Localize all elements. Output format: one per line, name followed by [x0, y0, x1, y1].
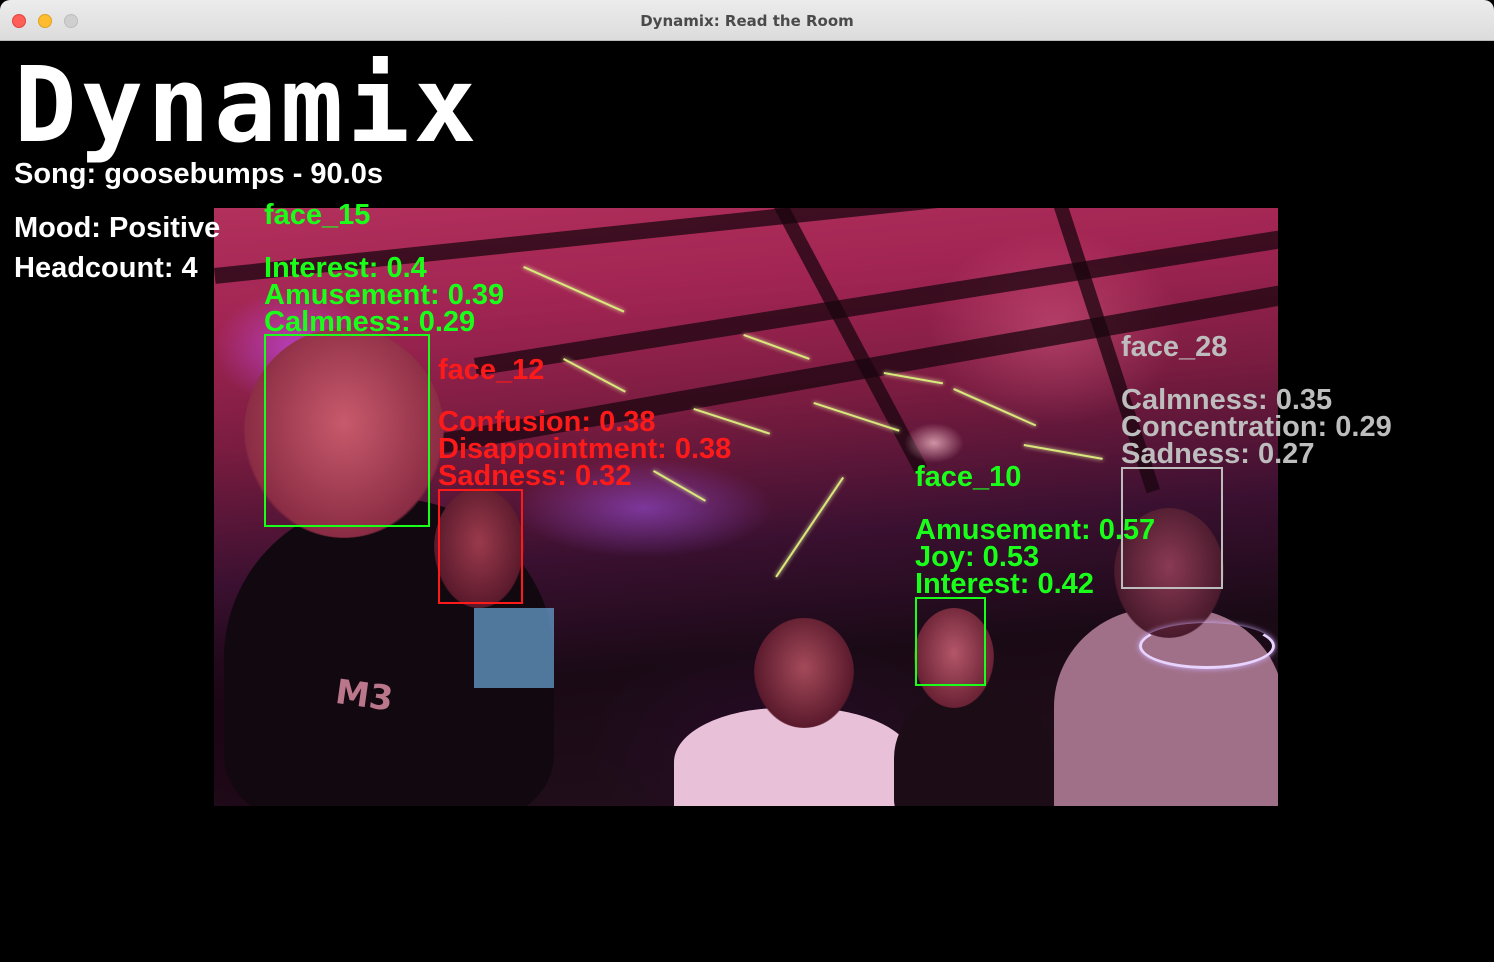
emotion-score: Sadness: 0.32: [438, 460, 632, 492]
emotion-score: Sadness: 0.27: [1121, 438, 1315, 470]
emotion-score: Concentration: 0.29: [1121, 411, 1392, 443]
face-id-label: face_10: [915, 461, 1022, 493]
emotion-score: Interest: 0.42: [915, 568, 1094, 600]
song-status: Song: goosebumps - 90.0s: [14, 158, 383, 190]
app-canvas: M3 Dynamix Song: goosebumps - 90.0s Mood…: [0, 41, 1494, 962]
emotion-score: Interest: 0.4: [264, 252, 427, 284]
emotion-score: Calmness: 0.29: [264, 306, 476, 338]
face-bounding-box: [264, 334, 430, 527]
window-title: Dynamix: Read the Room: [640, 12, 854, 30]
mood-status: Mood: Positive: [14, 212, 221, 244]
face-emotion-list: Amusement: 0.57 Joy: 0.53 Interest: 0.42: [915, 514, 1156, 600]
headcount-status: Headcount: 4: [14, 252, 198, 284]
emotion-score: Calmness: 0.35: [1121, 384, 1333, 416]
face-bounding-box: [1121, 467, 1223, 589]
face-id-label: face_12: [438, 354, 545, 386]
emotion-score: Amusement: 0.57: [915, 514, 1156, 546]
emotion-score: Disappointment: 0.38: [438, 433, 732, 465]
logo-text: Dynamix: [14, 44, 481, 166]
face-emotion-list: Interest: 0.4 Amusement: 0.39 Calmness: …: [264, 252, 505, 338]
emotion-score: Confusion: 0.38: [438, 406, 656, 438]
face-emotion-list: Confusion: 0.38 Disappointment: 0.38 Sad…: [438, 406, 732, 492]
face-id-label: face_28: [1121, 331, 1228, 363]
face-emotion-list: Calmness: 0.35 Concentration: 0.29 Sadne…: [1121, 384, 1392, 470]
face-bounding-box: [438, 489, 523, 604]
app-logo: Dynamix: [14, 53, 480, 157]
emotion-score: Amusement: 0.39: [264, 279, 505, 311]
face-bounding-box: [915, 597, 986, 686]
emotion-score: Joy: 0.53: [915, 541, 1040, 573]
title-bar[interactable]: Dynamix: Read the Room: [0, 0, 1494, 41]
app-window: Dynamix: Read the Room M3 Dynamix Song: …: [0, 0, 1494, 962]
face-id-label: face_15: [264, 199, 371, 231]
